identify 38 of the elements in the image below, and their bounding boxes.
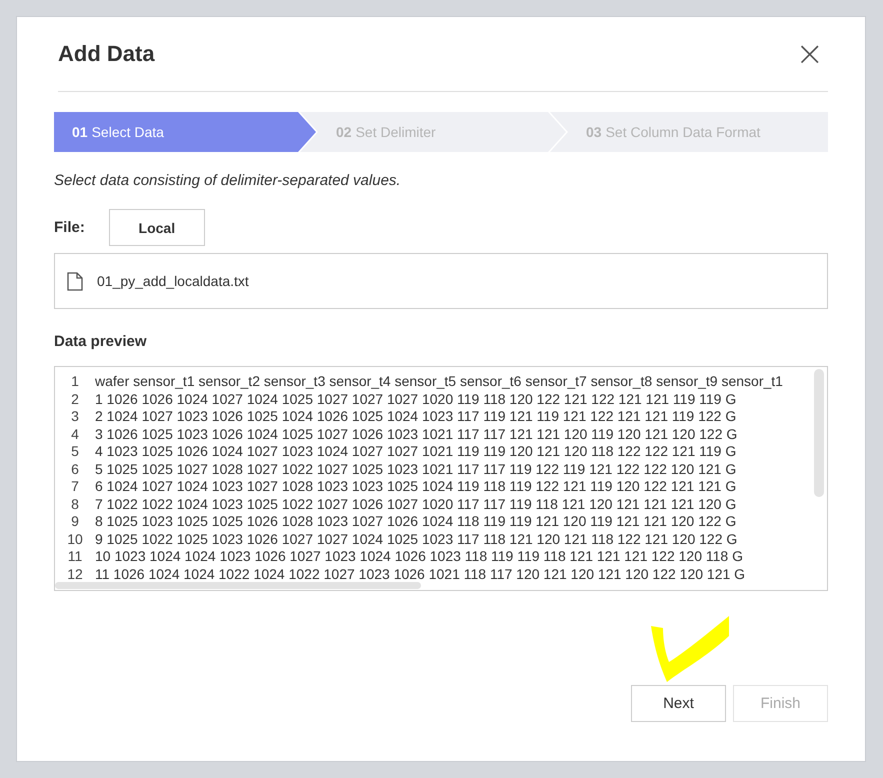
data-line: 11 1026 1024 1024 1022 1024 1022 1027 1023 1026 1021 118 117 120 121 120 121 120 122 120 121 G [95,566,746,583]
scrollbar[interactable] [55,582,421,589]
line-number: 5 [70,443,80,460]
data-line: 5 1025 1025 1027 1028 1027 1022 1027 1025 1023 1021 117 117 119 122 119 121 122 122 120 121 G [95,460,736,478]
data-line: 2 1024 1027 1023 1026 1025 1024 1026 1025 1024 1023 117 119 121 119 121 122 121 121 119 122 G [95,408,736,426]
wizard-step: 01 Select Data [54,112,316,152]
line-number: 2 [70,390,80,408]
data-line: 9 1025 1022 1025 1023 1026 1027 1027 1024 1025 1023 117 118 121 120 121 118 122 121 120 122 G [95,530,738,548]
line-number: 1 [70,373,80,390]
dialog-title: Add Data [58,41,155,67]
file-label: File: [54,219,85,236]
description-text: Select data consisting of delimiter-separated values. [54,172,402,189]
file-icon [67,272,83,290]
data-line: wafer sensor_t1 sensor_t2 sensor_t3 sensor_t4 sensor_t5 sensor_t6 sensor_t7 sensor_t8 sensor_t9 sensor_t1 [95,373,783,390]
data-line: 8 1025 1023 1025 1025 1026 1028 1023 1027 1026 1024 118 119 119 121 120 119 121 121 120 122 G [95,513,736,530]
preview-title: Data preview [54,333,148,350]
line-number: 10 [66,530,84,548]
line-number: 9 [70,513,80,530]
line-number: 7 [70,478,80,496]
data-line: 10 1023 1024 1024 1023 1026 1027 1023 1024 1026 1023 118 119 119 118 121 121 121 122 120 118 G [95,548,743,566]
local-button[interactable]: Local [108,209,205,246]
line-number: 12 [66,566,84,583]
next-button[interactable]: Next [631,685,726,722]
file-name: 01_py_add_localdata.txt [97,273,249,289]
data-line: 6 1024 1027 1024 1023 1027 1028 1023 1023 1025 1024 119 118 119 122 121 119 120 122 121 121 G [95,478,736,496]
data-line: 3 1026 1025 1023 1026 1024 1025 1027 1026 1023 1021 117 117 121 121 120 119 120 121 120 122 G [95,426,738,443]
wizard-step: 03 Set Column Data Format [550,112,828,152]
line-number: 11 [66,548,84,566]
data-line: 7 1022 1022 1024 1023 1025 1022 1027 1026 1027 1020 117 117 119 118 121 120 121 121 121 120 G [95,496,736,513]
line-number: 6 [70,460,80,478]
close-button[interactable]: × [792,37,828,71]
line-number: 4 [70,426,80,443]
wizard-step: 02 Set Delimiter [300,112,566,152]
data-line: 4 1023 1025 1026 1024 1027 1023 1024 1027 1027 1021 119 119 120 121 120 118 122 122 121 119 G [95,443,736,460]
scrollbar[interactable] [814,369,824,497]
line-number: 3 [70,408,80,426]
data-line: 1 1026 1026 1024 1027 1024 1025 1027 1027 1027 1020 119 118 120 122 121 122 121 121 119 119 G [95,390,736,408]
line-number: 8 [70,496,80,513]
